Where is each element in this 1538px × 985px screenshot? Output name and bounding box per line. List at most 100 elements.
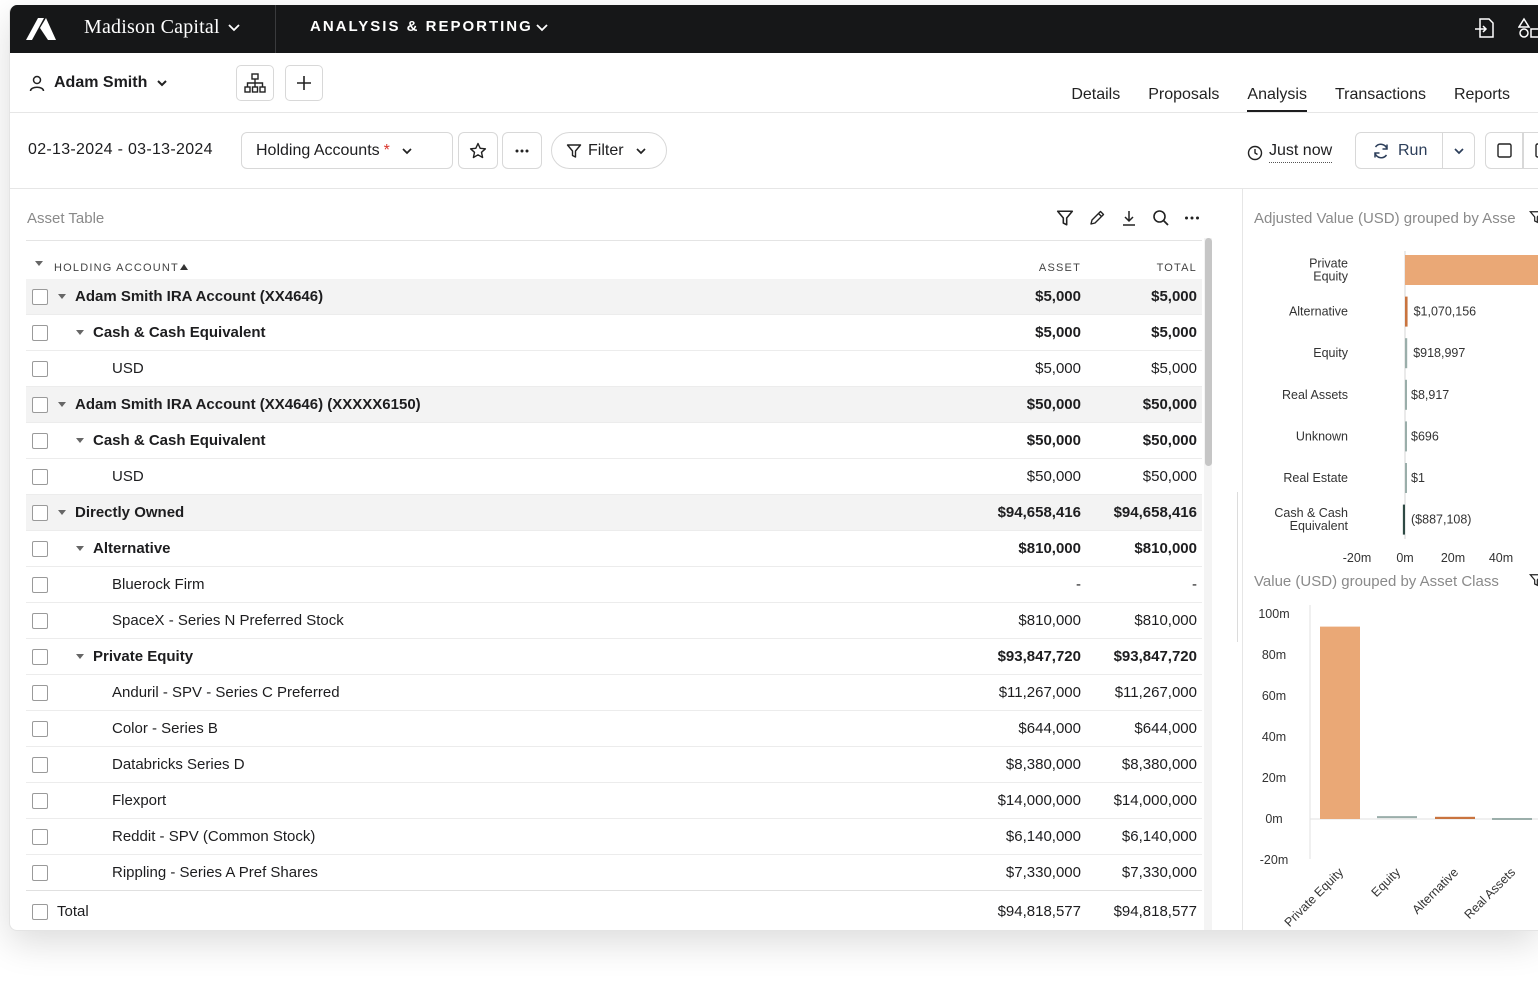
table-row[interactable]: Anduril - SPV - Series C Preferred $11,26… <box>26 675 1202 711</box>
category-label: Equity <box>1313 346 1348 360</box>
table-row[interactable]: Reddit - SPV (Common Stock) $6,140,000 $6,… <box>26 819 1202 855</box>
row-checkbox[interactable] <box>32 865 48 881</box>
row-checkbox[interactable] <box>32 793 48 809</box>
expand-caret-icon[interactable] <box>76 330 84 335</box>
row-checkbox[interactable] <box>32 469 48 485</box>
asset-class-value-chart: 100m 80m 60m 40m 20m 0m -20mPrivate Equity Equi… <box>1258 605 1538 930</box>
table-row[interactable]: Flexport $14,000,000 $14,000,000 <box>26 783 1202 819</box>
row-checkbox[interactable] <box>32 721 48 737</box>
expand-caret-icon[interactable] <box>76 546 84 551</box>
more-options-button[interactable] <box>502 132 542 169</box>
row-checkbox[interactable] <box>32 397 48 413</box>
row-checkbox[interactable] <box>32 361 48 377</box>
row-checkbox[interactable] <box>32 289 48 305</box>
table-row[interactable]: Adam Smith IRA Account (XX4646) (XXXXX61… <box>26 387 1202 423</box>
collapse-all-icon[interactable] <box>35 261 43 266</box>
row-checkbox[interactable] <box>32 757 48 773</box>
sort-asc-icon[interactable] <box>180 264 188 270</box>
table-row[interactable]: Private Equity $93,847,720 $93,847,720 <box>26 639 1202 675</box>
tab-details[interactable]: Details <box>1071 86 1120 112</box>
x-tick-label: 20m <box>1441 551 1465 565</box>
more-horizontal-icon[interactable] <box>1184 216 1200 220</box>
table-row[interactable]: Cash & Cash Equivalent $50,000 $50,000 <box>26 423 1202 459</box>
table-row[interactable]: Cash & Cash Equivalent $5,000 $5,000 <box>26 315 1202 351</box>
row-checkbox[interactable] <box>32 613 48 629</box>
org-chart-button[interactable] <box>236 65 274 101</box>
filter-button[interactable]: Filter <box>551 132 667 169</box>
row-checkbox[interactable] <box>32 829 48 845</box>
table-row[interactable]: Bluerock Firm - - <box>26 567 1202 603</box>
date-range-picker[interactable]: 02-13-2024 - 03-13-2024 <box>28 141 213 159</box>
layout-toggle-button-2[interactable] <box>1523 132 1538 169</box>
tab-proposals[interactable]: Proposals <box>1148 86 1219 112</box>
row-checkbox[interactable] <box>32 649 48 665</box>
chart-filter-icon[interactable] <box>1529 572 1538 588</box>
table-row[interactable]: Directly Owned $94,658,416 $94,658,416 <box>26 495 1202 531</box>
table-row[interactable]: Rippling - Series A Pref Shares $7,330,00… <box>26 855 1202 891</box>
report-toolbar: 02-13-2024 - 03-13-2024 Holding Accounts… <box>10 113 1538 189</box>
row-checkbox[interactable] <box>32 685 48 701</box>
edit-icon[interactable] <box>1088 209 1106 227</box>
nav-divider <box>275 5 276 53</box>
expand-caret-icon[interactable] <box>58 402 66 407</box>
panel-resize-handle[interactable] <box>1237 492 1238 642</box>
run-divider <box>1442 133 1443 168</box>
row-checkbox[interactable] <box>32 505 48 521</box>
bar <box>1405 338 1408 369</box>
expand-caret-icon[interactable] <box>58 294 66 299</box>
col-asset[interactable]: ASSET <box>1039 262 1081 274</box>
row-checkbox[interactable] <box>32 541 48 557</box>
table-row[interactable]: SpaceX - Series N Preferred Stock $810,00… <box>26 603 1202 639</box>
plus-icon <box>297 76 311 90</box>
total-total: $94,818,577 <box>1113 903 1197 920</box>
grouping-value: Holding Accounts <box>256 141 380 159</box>
square-icon <box>1497 143 1512 158</box>
table-row[interactable]: USD $5,000 $5,000 <box>26 351 1202 387</box>
export-icon[interactable] <box>1473 17 1495 39</box>
tab-reports[interactable]: Reports <box>1454 86 1510 112</box>
tab-transactions[interactable]: Transactions <box>1335 86 1426 112</box>
chevron-down-icon[interactable] <box>534 19 550 35</box>
brand-logo-icon[interactable] <box>24 14 58 42</box>
expand-caret-icon[interactable] <box>76 654 84 659</box>
download-icon[interactable] <box>1120 209 1138 227</box>
table-row[interactable]: Adam Smith IRA Account (XX4646) $5,000 $5,… <box>26 279 1202 315</box>
row-checkbox[interactable] <box>32 577 48 593</box>
grouping-select[interactable]: Holding Accounts * <box>241 132 453 169</box>
chevron-down-icon[interactable] <box>226 19 242 35</box>
expand-caret-icon[interactable] <box>58 510 66 515</box>
table-row[interactable]: Color - Series B $644,000 $644,000 <box>26 711 1202 747</box>
col-holding-account[interactable]: HOLDING ACCOUNT <box>54 262 179 274</box>
filter-icon[interactable] <box>1056 209 1074 227</box>
expand-caret-icon[interactable] <box>76 438 84 443</box>
row-total-value: $6,140,000 <box>1121 828 1197 845</box>
row-total-value: $93,847,720 <box>1113 648 1197 665</box>
row-label: Alternative <box>93 540 171 557</box>
table-total-row: Total $94,818,577 $94,818,577 <box>26 890 1202 930</box>
brand-name[interactable]: Madison Capital <box>84 16 220 39</box>
favorite-button[interactable] <box>458 132 498 169</box>
run-button[interactable]: Run <box>1372 142 1427 160</box>
row-checkbox[interactable] <box>32 904 48 920</box>
chevron-down-icon[interactable] <box>1452 144 1466 158</box>
table-scrollbar-thumb[interactable] <box>1205 238 1212 466</box>
row-asset-value: $50,000 <box>1026 432 1081 449</box>
search-icon[interactable] <box>1152 209 1170 227</box>
user-selector[interactable]: Adam Smith <box>28 74 169 92</box>
chart-filter-icon[interactable] <box>1529 209 1538 225</box>
row-checkbox[interactable] <box>32 433 48 449</box>
row-label: Databricks Series D <box>112 756 245 773</box>
row-checkbox[interactable] <box>32 325 48 341</box>
module-selector[interactable]: ANALYSIS & REPORTING <box>310 18 533 35</box>
col-total[interactable]: TOTAL <box>1157 262 1197 274</box>
last-run-indicator[interactable]: Just now <box>1247 142 1333 163</box>
tab-analysis[interactable]: Analysis <box>1247 86 1307 112</box>
y-tick-label: 100m <box>1258 607 1289 621</box>
table-row[interactable]: Databricks Series D $8,380,000 $8,380,000 <box>26 747 1202 783</box>
row-asset-value: $93,847,720 <box>997 648 1081 665</box>
shapes-icon[interactable] <box>1518 17 1538 39</box>
add-button[interactable] <box>285 65 323 101</box>
table-row[interactable]: Alternative $810,000 $810,000 <box>26 531 1202 567</box>
layout-toggle-button[interactable] <box>1485 132 1523 169</box>
table-row[interactable]: USD $50,000 $50,000 <box>26 459 1202 495</box>
